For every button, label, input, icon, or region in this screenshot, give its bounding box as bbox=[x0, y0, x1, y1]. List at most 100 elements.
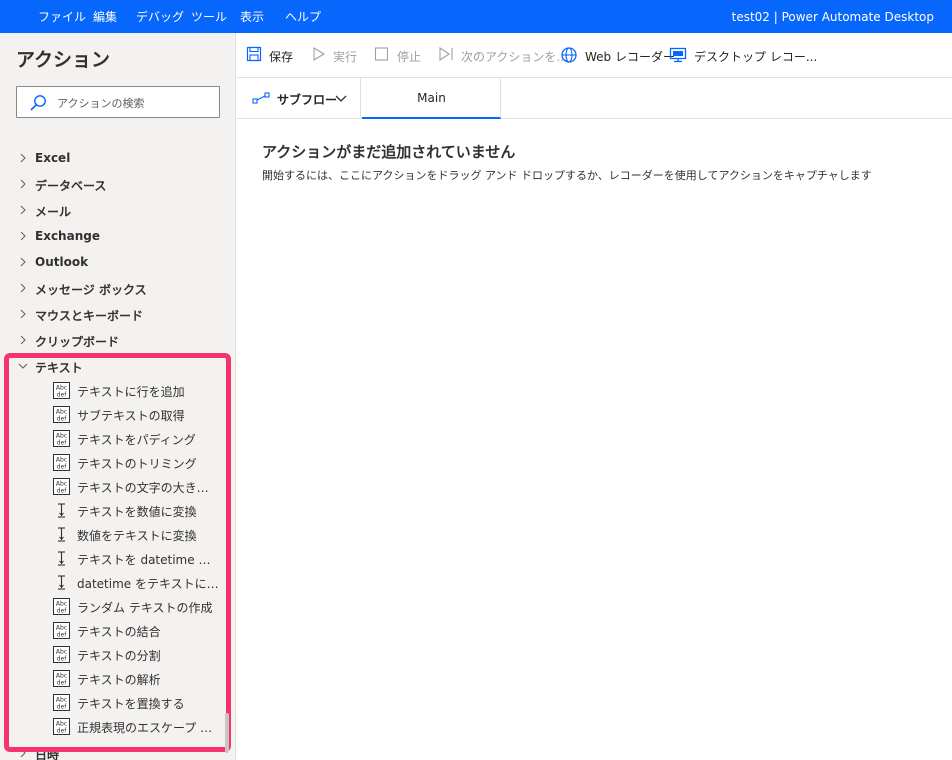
svg-text:Abc: Abc bbox=[56, 433, 67, 440]
text-action-item[interactable]: Abc def ランダム テキストの作成 bbox=[0, 595, 225, 619]
search-icon bbox=[30, 95, 46, 111]
flow-canvas[interactable]: アクションがまだ追加されていません 開始するには、ここにアクションをドラッグ ア… bbox=[237, 119, 952, 760]
group-database[interactable]: データベース bbox=[0, 172, 230, 198]
group-mouse-keyboard[interactable]: マウスとキーボード bbox=[0, 302, 230, 328]
group-label: マウスとキーボード bbox=[35, 309, 144, 323]
text-action-label: ランダム テキストの作成 bbox=[77, 601, 213, 615]
convert-icon bbox=[58, 575, 65, 590]
convert-icon bbox=[58, 551, 65, 566]
text-action-item[interactable]: Abc def テキストの解析 bbox=[0, 667, 225, 691]
text-action-label: テキストの文字の大きさを変更 bbox=[77, 481, 220, 495]
subflow-dropdown[interactable]: サブフロー bbox=[237, 78, 361, 118]
text-action-item[interactable]: Abc def テキストをパディング bbox=[0, 427, 225, 451]
svg-text:def: def bbox=[57, 488, 68, 495]
action-search-input[interactable]: アクションの検索 bbox=[16, 86, 220, 118]
menu-edit[interactable]: 編集 bbox=[93, 9, 117, 25]
text-action-item[interactable]: Abc def テキストを置換する bbox=[0, 691, 225, 715]
search-placeholder: アクションの検索 bbox=[57, 97, 145, 110]
web-recorder-button[interactable]: Web レコーダー bbox=[560, 45, 675, 65]
tab-main[interactable]: Main bbox=[362, 78, 501, 119]
abc-def-icon: Abcdef bbox=[53, 478, 70, 495]
svg-text:def: def bbox=[57, 728, 68, 735]
svg-text:def: def bbox=[57, 440, 68, 447]
menu-tools[interactable]: ツール bbox=[191, 9, 227, 25]
menu-help[interactable]: ヘルプ bbox=[285, 9, 321, 25]
svg-text:Abc: Abc bbox=[56, 625, 67, 632]
stop-button[interactable]: 停止 bbox=[374, 45, 424, 65]
text-action-label: テキストを置換する bbox=[77, 697, 185, 711]
text-action-label: テキストを数値に変換 bbox=[77, 505, 197, 519]
group-label: Excel bbox=[35, 151, 71, 165]
sidebar-scrollbar[interactable] bbox=[225, 713, 229, 753]
svg-text:def: def bbox=[57, 464, 68, 471]
group-message-box[interactable]: メッセージ ボックス bbox=[0, 276, 230, 302]
save-button[interactable]: 保存 bbox=[246, 45, 296, 65]
save-icon bbox=[246, 46, 262, 62]
text-action-label: テキストの解析 bbox=[77, 673, 161, 687]
group-label: Outlook bbox=[35, 255, 89, 269]
run-next-label: 次のアクションを... bbox=[461, 50, 568, 64]
menu-file[interactable]: ファイル bbox=[38, 9, 86, 25]
subflow-icon bbox=[252, 92, 270, 104]
menu-debug[interactable]: デバッグ bbox=[136, 9, 184, 25]
monitor-icon bbox=[669, 47, 687, 63]
svg-text:def: def bbox=[57, 680, 68, 687]
group-label: 日時 bbox=[35, 748, 60, 760]
text-action-item[interactable]: Abc def テキストの結合 bbox=[0, 619, 225, 643]
abc-def-icon: Abcdef bbox=[53, 718, 70, 735]
text-action-label: テキストに行を追加 bbox=[77, 385, 185, 399]
svg-text:Abc: Abc bbox=[56, 385, 67, 392]
text-action-label: 数値をテキストに変換 bbox=[77, 529, 197, 543]
convert-icon bbox=[58, 527, 65, 542]
text-action-label: テキストの分割 bbox=[77, 649, 161, 663]
text-action-item[interactable]: Abcdef テキストの文字の大きさを変更 bbox=[0, 475, 225, 499]
abc-def-icon: Abcdef bbox=[53, 598, 70, 615]
run-next-action-button[interactable]: 次のアクションを... bbox=[438, 45, 568, 65]
text-action-item[interactable]: Abc def テキストのトリミング bbox=[0, 451, 225, 475]
desktop-recorder-button[interactable]: デスクトップ レコー... bbox=[669, 45, 817, 65]
convert-icon bbox=[58, 503, 65, 518]
abc-def-icon: Abcdef bbox=[53, 670, 70, 687]
text-action-item[interactable]: 数値をテキストに変換 bbox=[0, 523, 225, 547]
text-action-item[interactable]: Abc def サブテキストの取得 bbox=[0, 403, 225, 427]
tab-main-label: Main bbox=[417, 91, 446, 105]
text-action-label: datetime をテキストに変換 bbox=[77, 577, 220, 591]
text-action-item[interactable]: Abcdef 正規表現のエスケープ テキスト bbox=[0, 715, 225, 739]
svg-text:Abc: Abc bbox=[56, 409, 67, 416]
step-forward-icon bbox=[439, 46, 453, 62]
menu-view[interactable]: 表示 bbox=[240, 9, 264, 25]
group-mail[interactable]: メール bbox=[0, 198, 230, 224]
text-action-item[interactable]: テキストを数値に変換 bbox=[0, 499, 225, 523]
group-label: メッセージ ボックス bbox=[35, 283, 147, 297]
text-action-item[interactable]: Abc def テキストに行を追加 bbox=[0, 379, 225, 403]
text-action-item[interactable]: テキストを datetime に変換 bbox=[0, 547, 225, 571]
run-button[interactable]: 実行 bbox=[312, 45, 362, 65]
text-action-label: 正規表現のエスケープ テキスト bbox=[77, 721, 220, 735]
group-label: クリップボード bbox=[35, 335, 120, 349]
abc-def-icon: Abcdef bbox=[53, 694, 70, 711]
svg-text:def: def bbox=[57, 416, 68, 423]
group-exchange[interactable]: Exchange bbox=[0, 224, 230, 250]
desktop-recorder-label: デスクトップ レコー... bbox=[694, 50, 818, 64]
text-action-item[interactable]: datetime をテキストに変換 bbox=[0, 571, 225, 595]
chevron-down-icon bbox=[18, 363, 28, 369]
abc-def-icon: Abcdef bbox=[53, 454, 70, 471]
svg-text:def: def bbox=[57, 632, 68, 639]
svg-text:def: def bbox=[57, 392, 68, 399]
actions-pane-title: アクション bbox=[16, 49, 111, 71]
text-action-label: サブテキストの取得 bbox=[77, 409, 185, 423]
svg-text:def: def bbox=[57, 704, 68, 711]
chevron-right-icon bbox=[20, 205, 26, 215]
group-datetime[interactable]: 日時 bbox=[0, 741, 230, 760]
chevron-down-icon bbox=[335, 95, 347, 102]
group-clipboard[interactable]: クリップボード bbox=[0, 328, 230, 354]
actions-pane: アクション アクションの検索 Excel データベース メール Exchange… bbox=[0, 33, 236, 760]
group-excel[interactable]: Excel bbox=[0, 146, 230, 172]
text-action-label: テキストの結合 bbox=[77, 625, 161, 639]
text-action-item[interactable]: Abc def テキストの分割 bbox=[0, 643, 225, 667]
group-outlook[interactable]: Outlook bbox=[0, 250, 230, 276]
svg-text:Abc: Abc bbox=[56, 481, 67, 488]
text-action-label: テキストをパディング bbox=[77, 433, 196, 447]
abc-def-icon: Abcdef bbox=[53, 382, 70, 399]
group-text[interactable]: テキスト bbox=[0, 354, 230, 380]
